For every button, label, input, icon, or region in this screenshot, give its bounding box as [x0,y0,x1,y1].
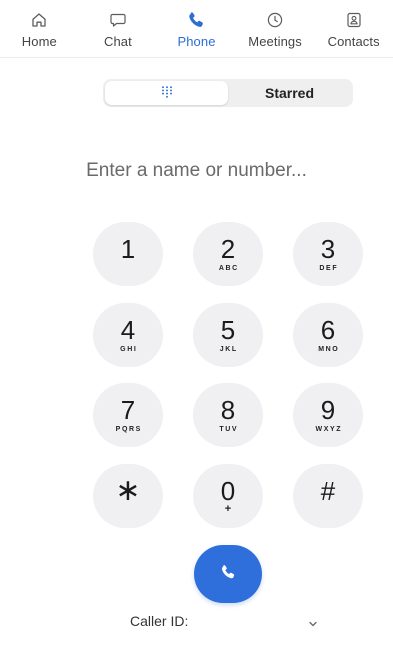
call-button[interactable] [194,545,262,603]
key-digit: 0 [220,475,236,506]
dialer-mode-switch: Starred [103,79,353,107]
tab-meetings-label: Meetings [248,34,302,49]
key-letters: + [224,502,232,515]
key-digit: 7 [120,394,136,425]
tab-contacts-label: Contacts [327,34,380,49]
keypad-grid-icon [160,85,174,102]
chevron-down-icon [308,615,318,633]
key-digit: 4 [120,314,136,345]
key-hash[interactable]: # [293,464,363,528]
tab-contacts[interactable]: Contacts [314,0,393,57]
caller-id-selector[interactable]: Caller ID: [130,610,330,632]
key-digit: 6 [320,314,336,345]
key-0[interactable]: 0 + [193,464,263,528]
phone-handset-icon [219,563,237,586]
key-5[interactable]: 5 JKL [193,303,263,367]
tab-phone-label: Phone [177,34,216,49]
key-digit: 1 [120,233,136,264]
key-digit: # [320,475,336,506]
key-letters: WXYZ [315,425,343,433]
key-letters: DEF [319,264,339,272]
starred-segment-label: Starred [264,85,315,101]
tab-home[interactable]: Home [0,0,79,57]
clock-icon [264,9,286,31]
key-letters: MNO [318,345,340,353]
tab-bar: Home Chat Phone Meetings Contacts [0,0,393,58]
key-2[interactable]: 2 ABC [193,222,263,286]
key-letters: PQRS [115,425,142,433]
key-digit: 8 [220,394,236,425]
key-digit: 3 [320,233,336,264]
dial-number-input[interactable] [40,154,353,188]
key-star[interactable]: ∗ [93,464,163,528]
key-digit: 9 [320,394,336,425]
tab-phone[interactable]: Phone [157,0,236,57]
key-letters: JKL [219,345,238,353]
keypad-segment[interactable] [105,81,228,105]
starred-segment[interactable]: Starred [228,81,351,105]
key-3[interactable]: 3 DEF [293,222,363,286]
key-letters: TUV [219,425,239,433]
key-digit: 5 [220,314,236,345]
caller-id-label: Caller ID: [130,613,189,629]
tab-chat-label: Chat [103,34,132,49]
key-9[interactable]: 9 WXYZ [293,383,363,447]
tab-meetings[interactable]: Meetings [236,0,315,57]
key-1[interactable]: 1 [93,222,163,286]
key-7[interactable]: 7 PQRS [93,383,163,447]
tab-home-label: Home [21,34,57,49]
tab-chat[interactable]: Chat [79,0,158,57]
chat-bubble-icon [107,9,129,31]
key-digit: ∗ [115,473,141,507]
key-digit: 2 [220,233,236,264]
home-icon [28,9,50,31]
phone-icon [185,9,207,31]
key-letters: GHI [120,345,138,353]
key-letters: ABC [218,264,239,272]
key-6[interactable]: 6 MNO [293,303,363,367]
key-8[interactable]: 8 TUV [193,383,263,447]
contact-card-icon [343,9,365,31]
key-4[interactable]: 4 GHI [93,303,163,367]
